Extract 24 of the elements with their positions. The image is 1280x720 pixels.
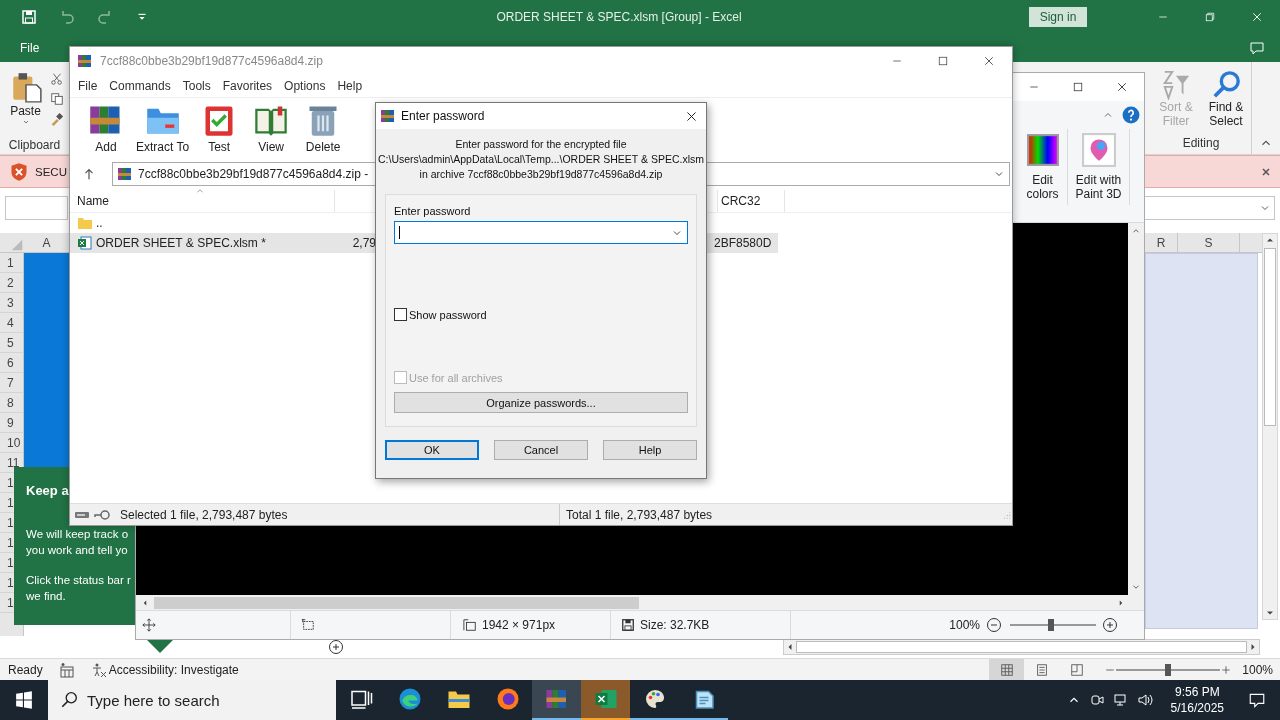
- status-text: Selected 1 file, 2,793,487 bytes: [120, 507, 288, 522]
- field-label: Enter password: [394, 205, 472, 217]
- image-dimensions: 1942 × 971px: [482, 618, 556, 632]
- group-label: Editing: [1182, 136, 1220, 152]
- size-cell-text: 2,79: [351, 236, 376, 250]
- message-text: Enter password for the encrypted file: [454, 137, 628, 152]
- tip-text: Click the status bar r we find.: [26, 573, 131, 604]
- window-title: 7ccf88c0bbe3b29bf19d877c4596a8d4.zip: [100, 54, 323, 68]
- dialog-title: Enter password: [401, 109, 485, 123]
- checkbox-label: Use for all archives: [409, 371, 503, 384]
- zoom-level: 100%: [949, 618, 980, 632]
- message-text: in archive 7ccf88c0bbe3b29bf19d877c4596a8d4.zip: [418, 167, 664, 182]
- name-cell: ..: [70, 215, 328, 231]
- path-text: 7ccf88c0bbe3b29bf19d877c4596a8d4.zip -: [138, 167, 369, 181]
- status-text: Ready: [8, 662, 43, 677]
- tip-text: We will keep track o you work and tell yo: [26, 527, 129, 558]
- file-size: Size: 32.7KB: [640, 618, 710, 632]
- security-warning-text: SECU: [35, 165, 67, 178]
- crc-cell-text: 2BF8580D: [713, 236, 772, 250]
- tip-title: Keep a: [26, 483, 70, 498]
- window-title: ORDER SHEET & SPEC.xlsm [Group] - Excel: [495, 10, 743, 24]
- group-label: Clipboard: [8, 138, 61, 154]
- name-cell: ORDER SHEET & SPEC.xlsm *: [70, 235, 328, 251]
- status-text: Total 1 file, 2,793,487 bytes: [565, 507, 713, 522]
